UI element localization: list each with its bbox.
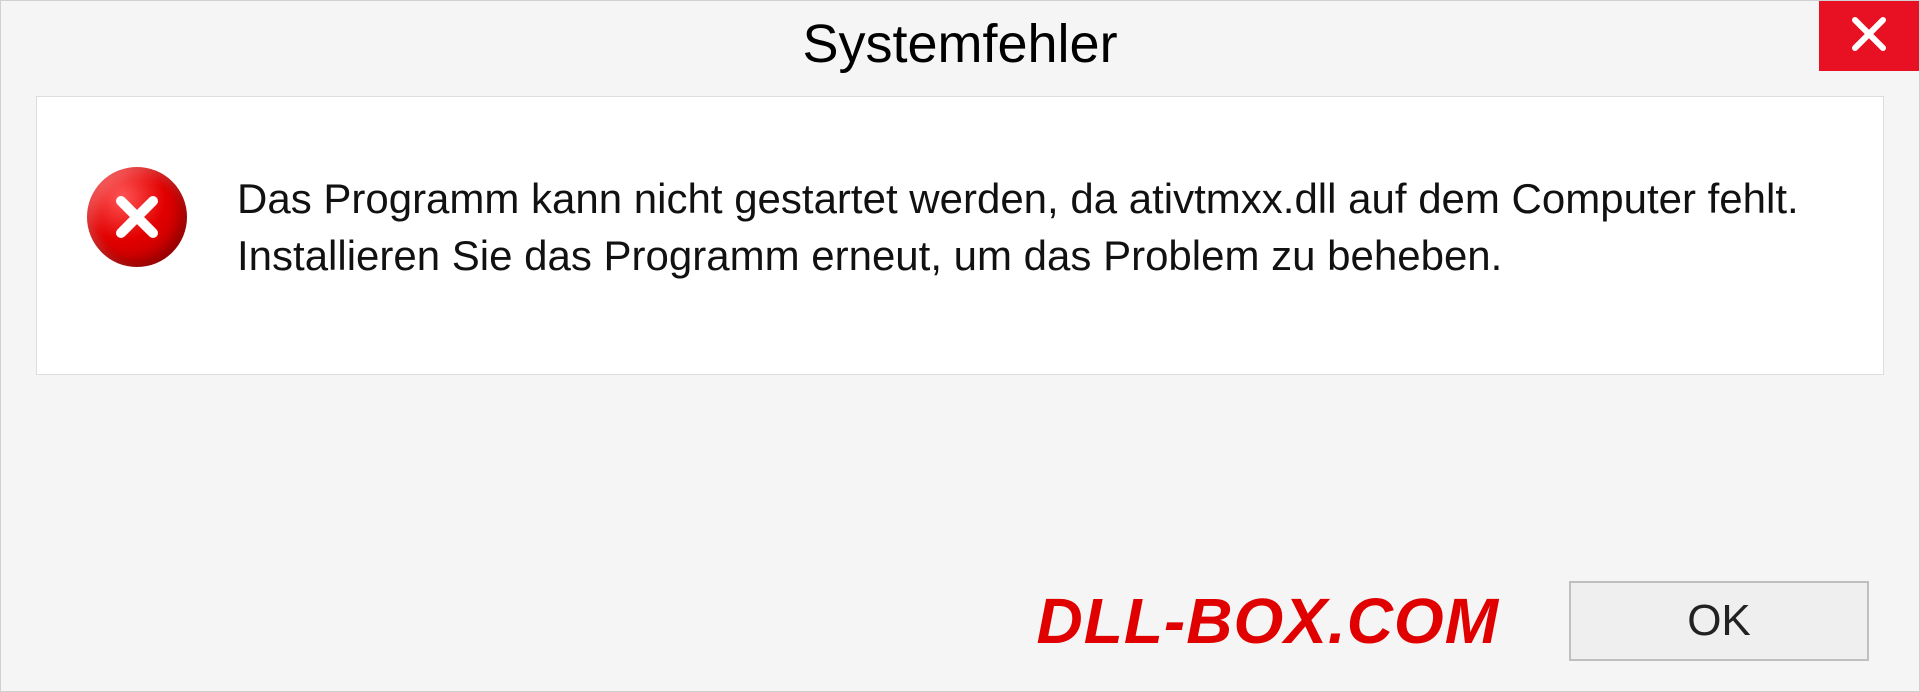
titlebar: Systemfehler — [1, 1, 1919, 86]
watermark-text: DLL-BOX.COM — [1037, 584, 1500, 658]
ok-button[interactable]: OK — [1569, 581, 1869, 661]
error-message: Das Programm kann nicht gestartet werden… — [237, 167, 1833, 284]
dialog-footer: DLL-BOX.COM OK — [1, 581, 1919, 661]
error-dialog: Systemfehler Das Programm kann nicht ges… — [0, 0, 1920, 692]
close-icon — [1849, 14, 1889, 59]
close-button[interactable] — [1819, 1, 1919, 71]
error-icon — [87, 167, 187, 267]
dialog-title: Systemfehler — [802, 13, 1117, 75]
content-panel: Das Programm kann nicht gestartet werden… — [36, 96, 1884, 375]
